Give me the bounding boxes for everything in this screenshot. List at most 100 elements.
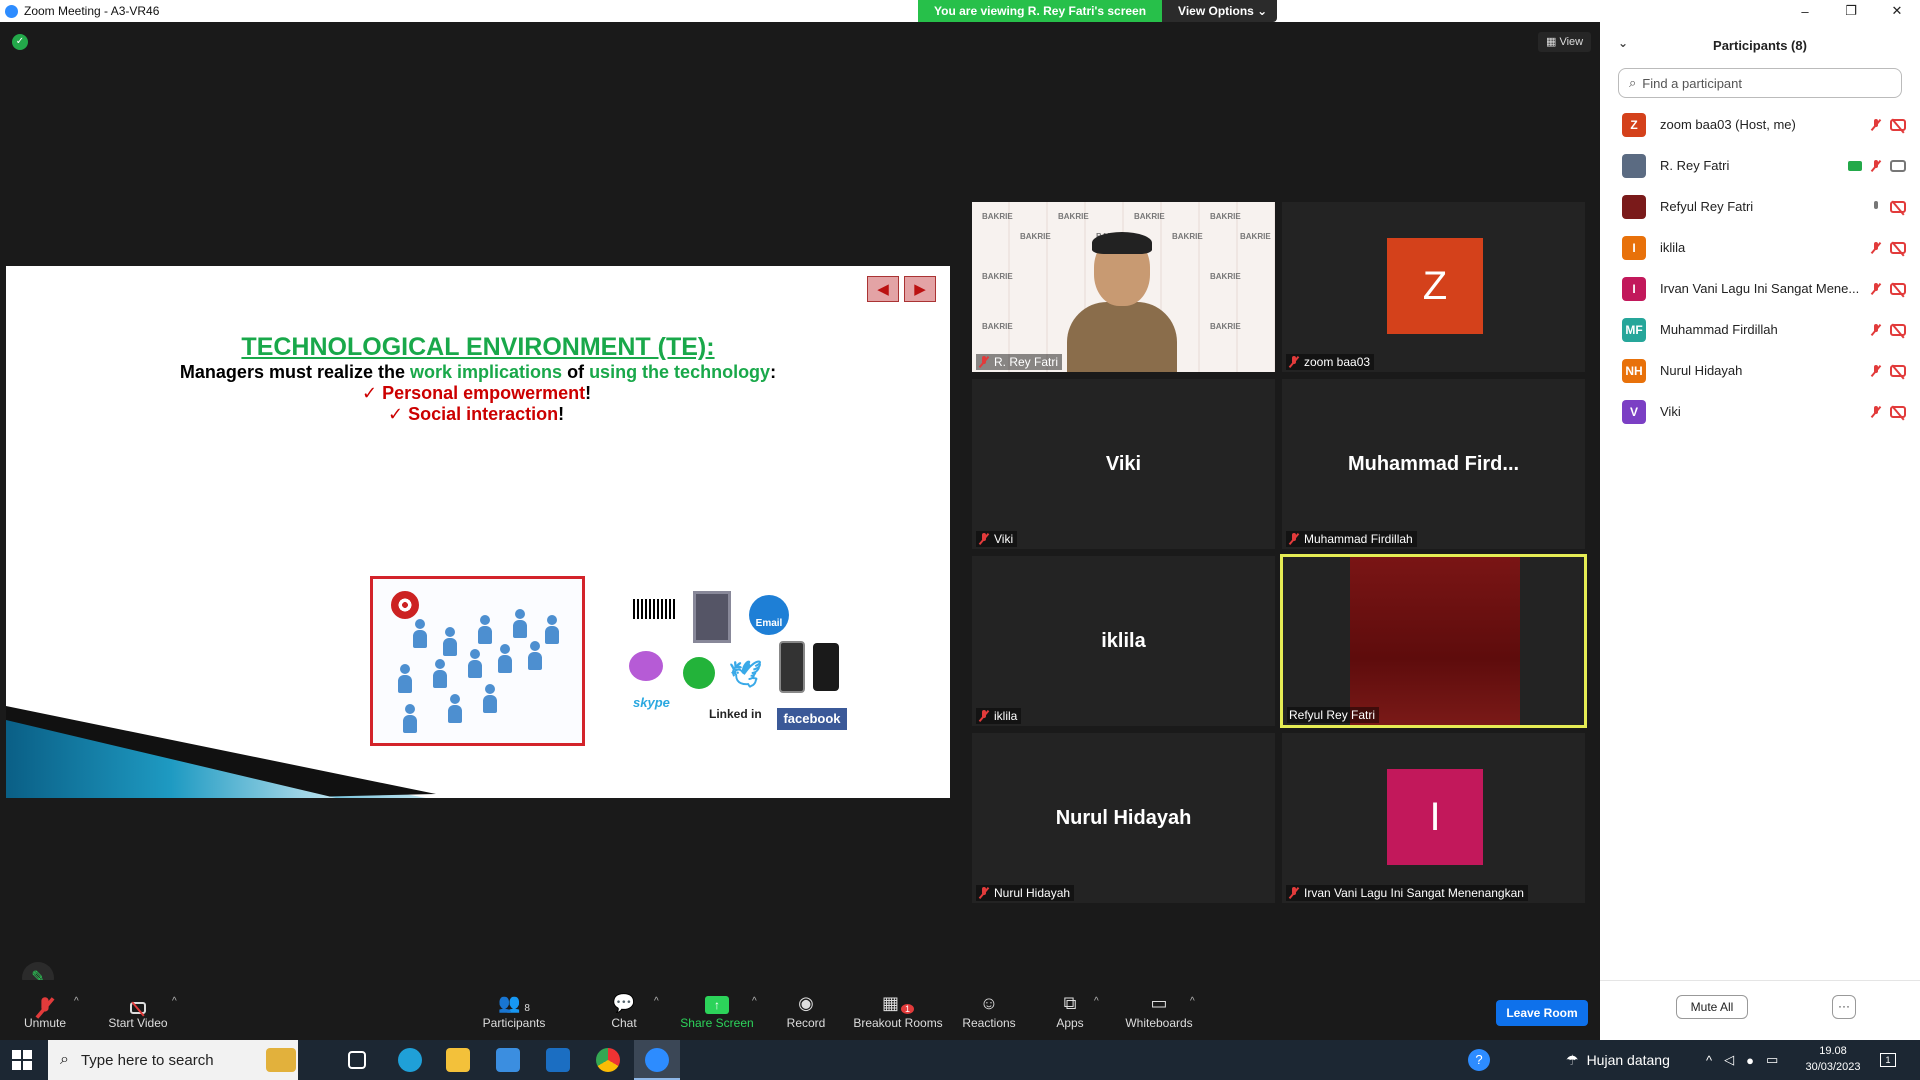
unmute-button[interactable]: Unmute: [20, 990, 70, 1030]
shared-screen-slide: ◀ ▶ TECHNOLOGICAL ENVIRONMENT (TE): Mana…: [6, 266, 950, 798]
whiteboards-button[interactable]: ▭ Whiteboards: [1124, 990, 1194, 1030]
whiteboard-options-caret[interactable]: ^: [1190, 996, 1195, 1007]
participants-label: Participants: [482, 1016, 546, 1030]
clock-date: 30/03/2023: [1805, 1061, 1861, 1073]
share-screen-button[interactable]: ↑ Share Screen: [680, 990, 754, 1030]
chat-options-caret[interactable]: ^: [654, 996, 659, 1007]
reactions-button[interactable]: ☺ Reactions: [962, 990, 1016, 1030]
mic-muted-icon: [1870, 159, 1882, 172]
reactions-icon: ☺: [979, 993, 999, 1013]
start-video-button[interactable]: Start Video: [108, 990, 168, 1030]
share-options-caret[interactable]: ^: [752, 996, 757, 1007]
apps-icon: ⧉: [1063, 993, 1077, 1013]
minimize-button[interactable]: –: [1782, 0, 1828, 22]
close-button[interactable]: ✕: [1874, 0, 1920, 22]
search-placeholder: Find a participant: [1642, 75, 1743, 91]
chat-button[interactable]: 💬 Chat: [606, 990, 642, 1030]
video-tile-irvan-vani[interactable]: I Irvan Vani Lagu Ini Sangat Menenangkan: [1282, 733, 1585, 903]
video-tile-zoom-baa03[interactable]: Z zoom baa03: [1282, 202, 1585, 372]
tile-name: Viki: [994, 532, 1014, 546]
video-tile-nurul-hidayah[interactable]: Nurul Hidayah Nurul Hidayah: [972, 733, 1275, 903]
tile-name: Refyul Rey Fatri: [1289, 708, 1376, 722]
apps-options-caret[interactable]: ^: [1094, 996, 1099, 1007]
breakout-rooms-button[interactable]: ▦ 1 Breakout Rooms: [852, 990, 944, 1030]
bullet-punct: !: [558, 404, 565, 424]
video-tile-refyul-rey-fatri[interactable]: Refyul Rey Fatri: [1280, 554, 1587, 728]
participants-button[interactable]: 👥 8 Participants: [482, 990, 546, 1030]
tile-name-bar: Viki: [976, 531, 1018, 547]
chrome-icon[interactable]: [596, 1048, 620, 1072]
mute-all-button[interactable]: Mute All: [1676, 995, 1748, 1019]
tile-name: iklila: [994, 709, 1018, 723]
video-tile-muhammad-firdillah[interactable]: Muhammad Fird... Muhammad Firdillah: [1282, 379, 1585, 549]
list-item[interactable]: I Irvan Vani Lagu Ini Sangat Mene...: [1600, 268, 1920, 309]
list-item[interactable]: NH Nurul Hidayah: [1600, 350, 1920, 391]
participant-search-input[interactable]: ⌕ Find a participant: [1618, 68, 1902, 98]
more-options-button[interactable]: ···: [1832, 995, 1856, 1019]
video-options-caret[interactable]: ^: [172, 996, 177, 1007]
slide-subtitle-highlight: work implications: [410, 362, 563, 382]
participant-name: Nurul Hidayah: [1660, 363, 1743, 378]
collapse-chevron-icon[interactable]: ⌄: [1618, 36, 1628, 50]
person-icon: [513, 609, 527, 638]
network-icon[interactable]: ▭: [1766, 1052, 1778, 1068]
record-button[interactable]: ◉ Record: [784, 990, 828, 1030]
file-explorer-icon[interactable]: [446, 1048, 470, 1072]
view-options-button[interactable]: View Options ⌄: [1162, 0, 1278, 22]
video-off-icon: [1890, 323, 1906, 336]
restore-button[interactable]: ❐: [1828, 0, 1874, 22]
tile-name-bar: iklila: [976, 708, 1022, 724]
apps-button[interactable]: ⧉ Apps: [1054, 990, 1086, 1030]
person-icon: [443, 627, 457, 656]
list-item[interactable]: V Viki: [1600, 391, 1920, 432]
slide-nav-arrows: ◀ ▶: [867, 276, 936, 302]
list-item[interactable]: MF Muhammad Firdillah: [1600, 309, 1920, 350]
participant-name: iklila: [1660, 240, 1686, 255]
unmute-options-caret[interactable]: ^: [74, 996, 79, 1007]
tile-name: Irvan Vani Lagu Ini Sangat Menenangkan: [1304, 886, 1524, 900]
task-view-icon[interactable]: [348, 1051, 366, 1069]
mic-muted-icon: [20, 990, 70, 1014]
whatsapp-icon: [683, 657, 715, 689]
weather-widget[interactable]: ☂ Hujan datang: [1566, 1040, 1670, 1080]
list-item[interactable]: Z zoom baa03 (Host, me): [1600, 104, 1920, 145]
taskbar-search-input[interactable]: ⌕ Type here to search: [48, 1040, 298, 1080]
slide-subtitle-part: Managers must realize the: [179, 362, 411, 382]
twitter-icon: 🕊: [729, 659, 763, 689]
news-widget-icon[interactable]: [266, 1048, 296, 1072]
notification-center-icon[interactable]: 1: [1880, 1040, 1896, 1080]
email-icon: Email: [749, 595, 789, 635]
mic-muted-icon: [978, 533, 990, 545]
tray-overflow-chevron-icon[interactable]: ^: [1706, 1053, 1712, 1068]
mic-on-icon: [1870, 200, 1882, 213]
security-shield-icon[interactable]: ✓: [12, 34, 28, 50]
microsoft-store-icon[interactable]: [496, 1048, 520, 1072]
participant-name: Refyul Rey Fatri: [1660, 199, 1754, 214]
list-item[interactable]: R. Rey Fatri: [1600, 145, 1920, 186]
video-tile-iklila[interactable]: iklila iklila: [972, 556, 1275, 726]
help-icon[interactable]: ?: [1468, 1040, 1490, 1080]
view-button[interactable]: ▦ View: [1538, 32, 1592, 52]
avatar: I: [1387, 769, 1483, 865]
video-tile-r-rey-fatri[interactable]: BAKRIE BAKRIE BAKRIE BAKRIE BAKRIE BAKRI…: [972, 202, 1275, 372]
taskbar-clock[interactable]: 19.08 30/03/2023: [1798, 1043, 1868, 1075]
mic-muted-icon: [1870, 241, 1882, 254]
tile-name: Muhammad Firdillah: [1304, 532, 1413, 546]
window-controls: – ❐ ✕: [1782, 0, 1920, 22]
speaker-icon[interactable]: ◁: [1724, 1052, 1734, 1068]
avatar: NH: [1622, 358, 1646, 383]
microphone-icon[interactable]: ●: [1746, 1053, 1754, 1068]
windows-start-icon[interactable]: [12, 1050, 32, 1070]
whiteboards-label: Whiteboards: [1125, 1016, 1193, 1030]
participants-panel: ⌄ Participants (8) ⌕ Find a participant …: [1600, 22, 1920, 1040]
leave-room-button[interactable]: Leave Room: [1496, 1000, 1588, 1026]
tile-big-name: Nurul Hidayah: [1055, 806, 1192, 829]
video-tile-viki[interactable]: Viki Viki: [972, 379, 1275, 549]
list-item[interactable]: Refyul Rey Fatri: [1600, 186, 1920, 227]
mail-icon[interactable]: [546, 1048, 570, 1072]
list-item[interactable]: I iklila: [1600, 227, 1920, 268]
tile-name-bar: Irvan Vani Lagu Ini Sangat Menenangkan: [1286, 885, 1528, 901]
video-off-icon: [1890, 364, 1906, 377]
edge-browser-icon[interactable]: [398, 1048, 422, 1072]
person-icon: [413, 619, 427, 648]
